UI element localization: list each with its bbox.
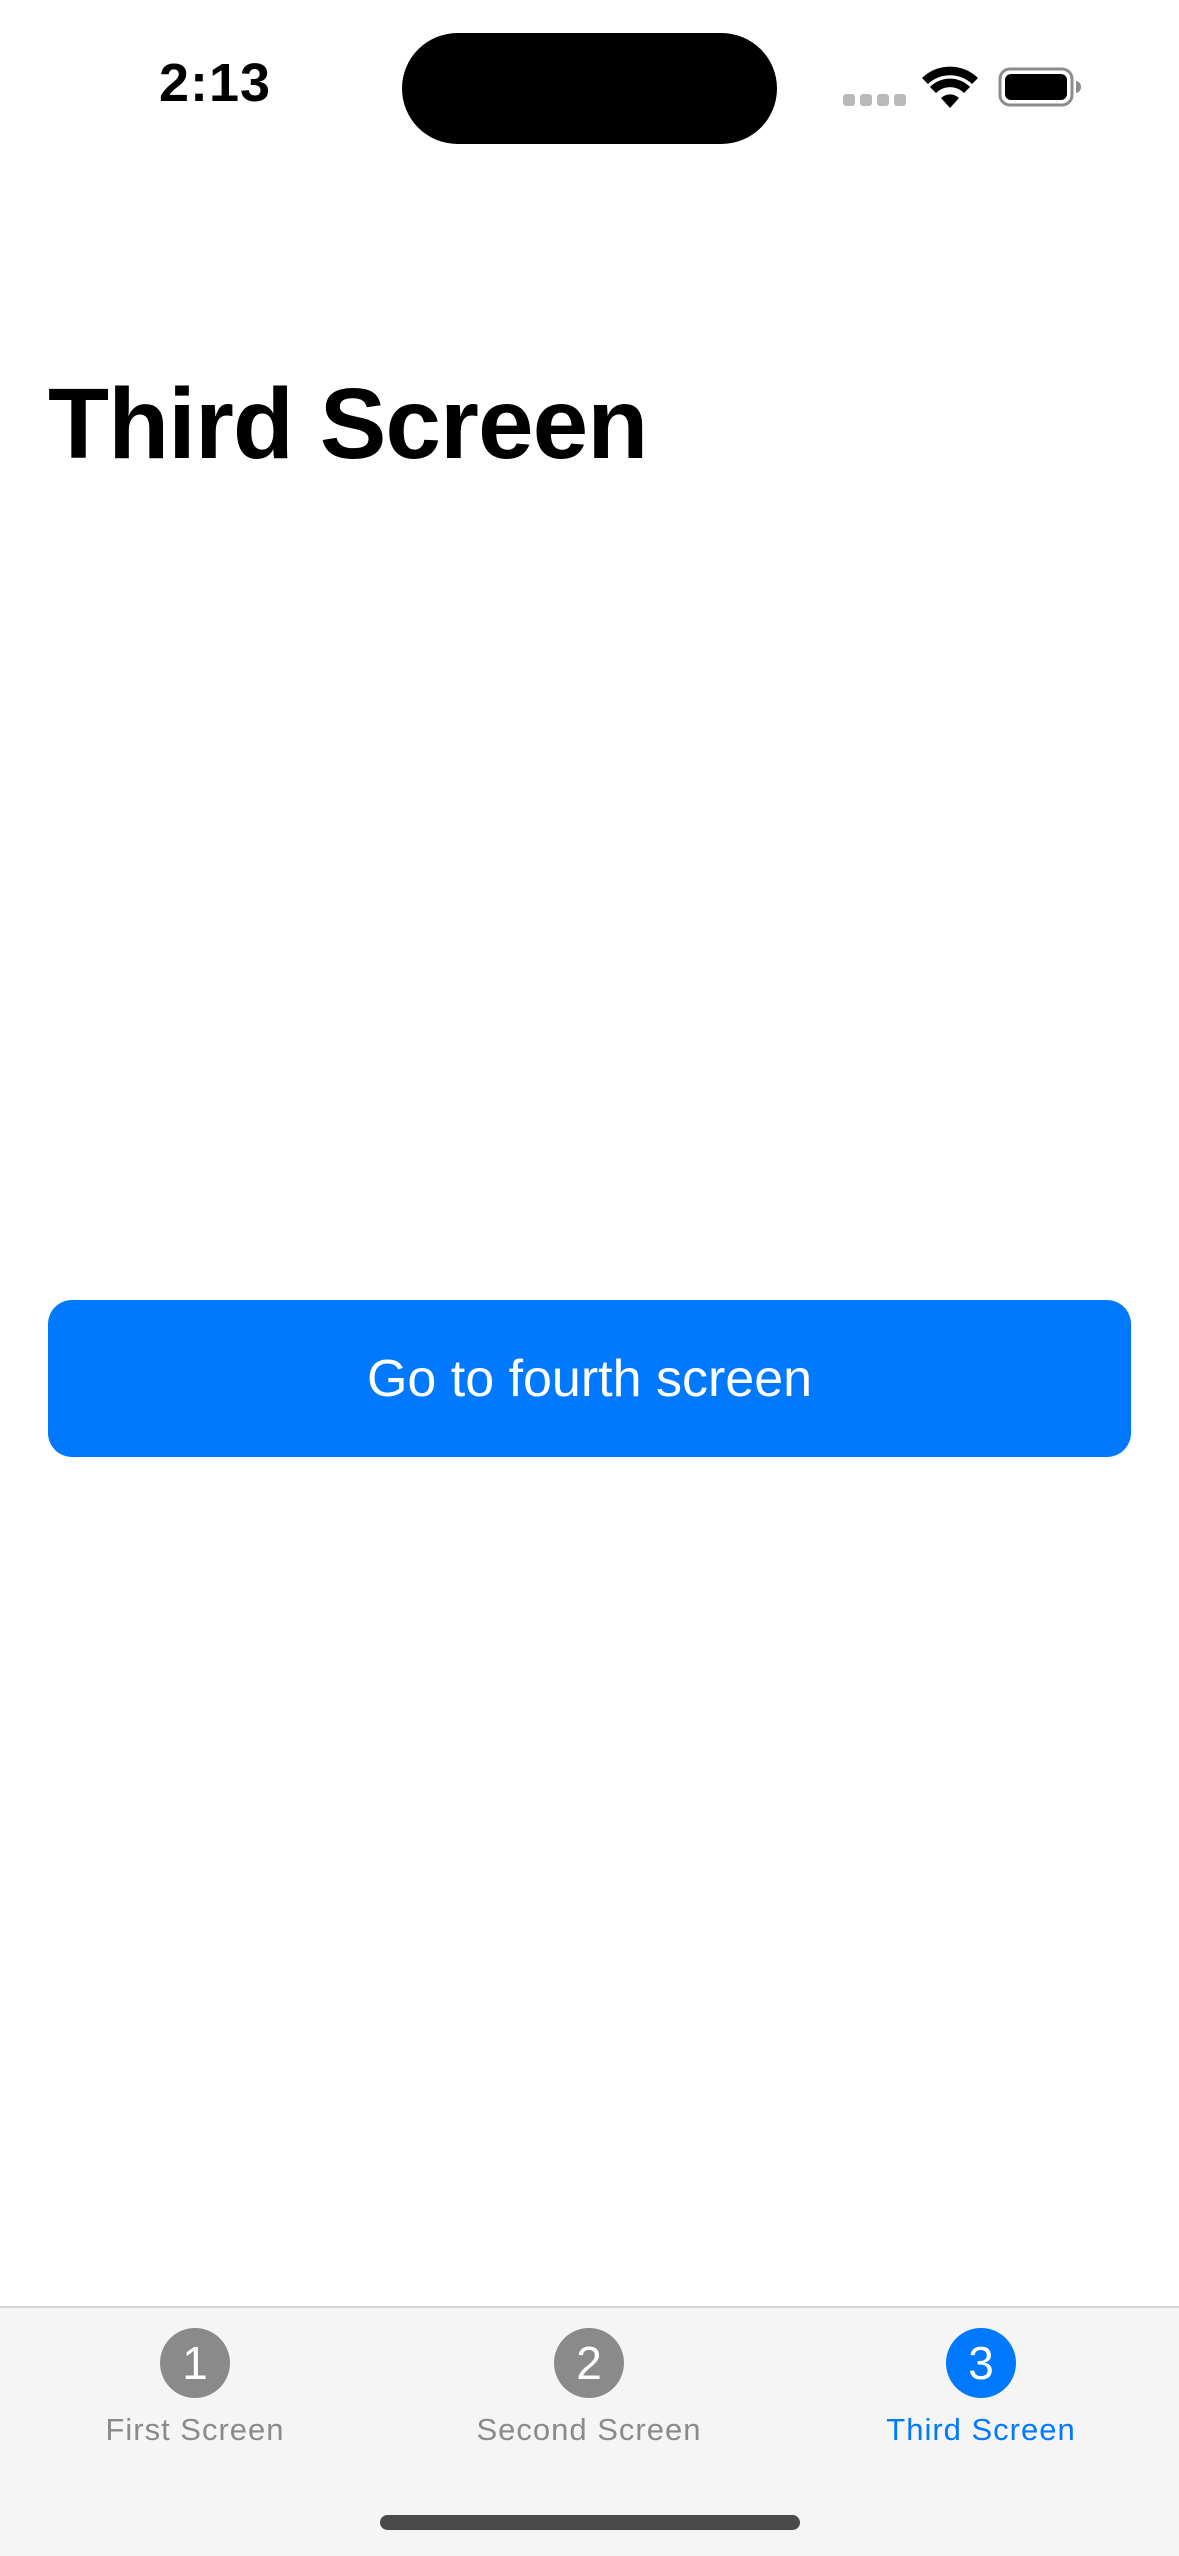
tab-label: First Screen [105, 2412, 285, 2447]
tab-third-screen[interactable]: 3 Third Screen [831, 2328, 1131, 2448]
tab-label: Second Screen [476, 2412, 702, 2447]
status-bar: 2:13 [0, 0, 1179, 160]
tab-label: Third Screen [886, 2412, 1076, 2447]
tab-second-screen[interactable]: 2 Second Screen [439, 2328, 739, 2448]
battery-icon [998, 67, 1081, 107]
number-3-circle-icon: 3 [946, 2328, 1016, 2398]
number-1-circle-icon: 1 [160, 2328, 230, 2398]
home-indicator[interactable] [380, 2515, 800, 2530]
dynamic-island [402, 33, 777, 144]
page-title: Third Screen [48, 368, 648, 480]
signal-icon [843, 94, 906, 106]
status-time: 2:13 [158, 53, 272, 113]
wifi-icon [922, 66, 978, 108]
number-2-circle-icon: 2 [554, 2328, 624, 2398]
tab-first-screen[interactable]: 1 First Screen [45, 2328, 345, 2448]
go-to-fourth-screen-button[interactable]: Go to fourth screen [48, 1300, 1131, 1457]
